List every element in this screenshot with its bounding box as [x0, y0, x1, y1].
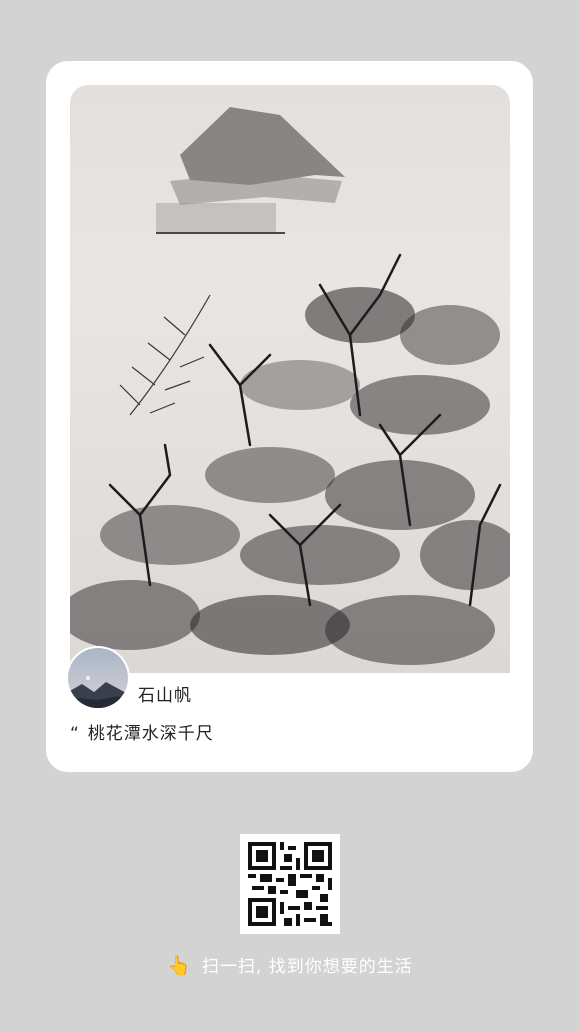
quote-text: 桃花潭水深千尺 — [87, 724, 214, 744]
painting-image[interactable] — [70, 85, 510, 673]
scan-hint: 👆 扫一扫, 找到你想要的生活 — [0, 952, 580, 977]
qr-code[interactable] — [240, 834, 340, 934]
pointing-hand-icon: 👆 — [167, 955, 192, 977]
scan-hint-text: 扫一扫, 找到你想要的生活 — [201, 957, 413, 977]
ink-landscape-illustration — [70, 107, 510, 665]
quote-mark: “ — [70, 724, 80, 744]
avatar[interactable] — [66, 646, 130, 710]
qr-code-icon — [240, 834, 340, 934]
share-card: 石山帆 “ 桃花潭水深千尺 — [46, 61, 533, 772]
mountain-moon-avatar-image — [68, 648, 128, 708]
quote-line: “ 桃花潭水深千尺 — [70, 719, 214, 744]
author-name[interactable]: 石山帆 — [138, 681, 192, 706]
